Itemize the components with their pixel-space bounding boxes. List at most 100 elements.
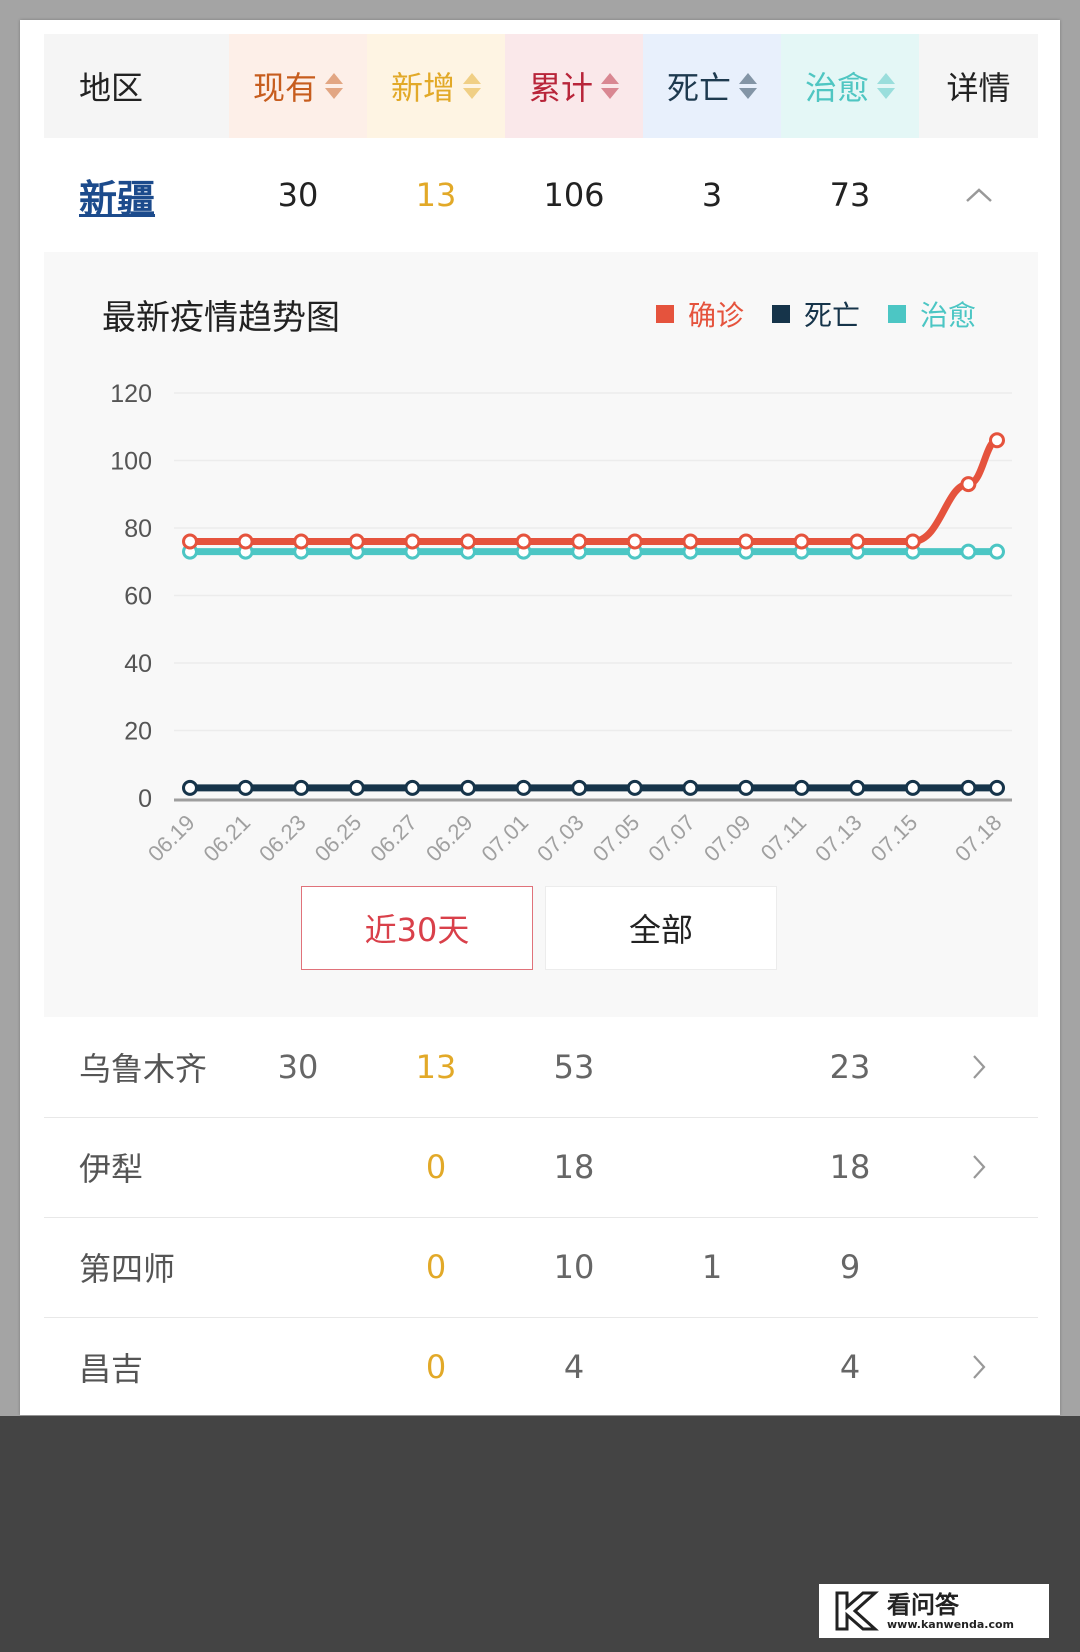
- data-point-deaths: [348, 779, 365, 796]
- row-total-value: 18: [553, 1148, 595, 1186]
- chart-title: 最新疫情趋势图: [102, 298, 340, 338]
- collapse-toggle[interactable]: [919, 186, 1038, 204]
- data-point-confirmed: [348, 533, 365, 550]
- header-cured-sort[interactable]: 治愈: [781, 34, 919, 138]
- row-detail-button[interactable]: [919, 1153, 1038, 1181]
- data-point-confirmed: [989, 432, 1005, 449]
- data-point-confirmed: [904, 533, 921, 550]
- chevron-right-icon: [972, 1155, 985, 1179]
- legend-confirmed[interactable]: 确诊: [655, 294, 744, 334]
- row-deaths-value: 1: [701, 1248, 723, 1286]
- row-new-value: 0: [425, 1148, 447, 1186]
- data-point-deaths: [682, 779, 699, 796]
- x-tick-label: 06.23: [254, 810, 311, 867]
- row-region-name: 第四师: [79, 1250, 176, 1288]
- data-point-deaths: [989, 779, 1005, 796]
- sort-icon: [601, 73, 619, 99]
- data-point-confirmed: [738, 533, 754, 550]
- row-current-value: 30: [277, 1048, 319, 1086]
- data-point-deaths: [904, 779, 921, 796]
- header-current-sort[interactable]: 现有: [229, 34, 367, 138]
- cured-value: 73: [829, 176, 871, 214]
- data-point-deaths: [738, 779, 754, 796]
- row-region-name: 伊犁: [79, 1150, 144, 1188]
- region-link[interactable]: 新疆: [79, 177, 155, 221]
- data-point-confirmed: [460, 533, 476, 550]
- range-30-days-button[interactable]: 近30天: [301, 886, 533, 970]
- chevron-right-icon: [972, 1355, 985, 1379]
- row-total-value: 4: [563, 1348, 585, 1386]
- row-cured-value: 4: [839, 1348, 861, 1386]
- row-cured-value: 23: [829, 1048, 871, 1086]
- table-row[interactable]: 第四师 0 10 1 9: [44, 1217, 1038, 1318]
- region-card: 地区 现有 新增 累计 死亡 治愈 详情 新疆 30 13 106 3 73 0…: [20, 20, 1060, 1415]
- data-point-deaths: [460, 779, 476, 796]
- data-point-confirmed: [237, 533, 254, 550]
- x-tick-label: 07.11: [756, 810, 811, 865]
- x-tick-label: 07.01: [477, 810, 534, 867]
- data-point-deaths: [793, 779, 810, 796]
- table-row[interactable]: 昌吉 0 4 4: [44, 1317, 1038, 1415]
- range-all-button[interactable]: 全部: [545, 886, 777, 970]
- x-tick-label: 06.27: [365, 810, 422, 867]
- total-value: 106: [543, 176, 605, 214]
- row-detail-button[interactable]: [919, 1353, 1038, 1381]
- row-region-name: 乌鲁木齐: [79, 1050, 208, 1088]
- x-tick-label: 06.19: [143, 810, 200, 867]
- x-tick-label: 07.13: [810, 810, 867, 867]
- data-point-deaths: [237, 779, 254, 796]
- legend-swatch-confirmed: [655, 305, 674, 323]
- header-detail: 详情: [946, 69, 1011, 107]
- data-point-confirmed: [515, 533, 532, 550]
- header-total-sort[interactable]: 累计: [505, 34, 643, 138]
- data-point-confirmed: [404, 533, 421, 550]
- row-new-value: 13: [415, 1048, 457, 1086]
- trend-chart-panel: 0 20 40 60 80 100 120 06.19 06.21 06.23 06.25 06.27…: [44, 252, 1038, 1017]
- bottom-background: 看问答 www.kanwenda.com: [0, 1416, 1080, 1652]
- sort-icon: [877, 73, 895, 99]
- kanwenda-logo-icon: [835, 1591, 879, 1631]
- row-total-value: 53: [553, 1048, 595, 1086]
- table-header: 地区 现有 新增 累计 死亡 治愈 详情: [44, 34, 1038, 138]
- header-deaths-sort[interactable]: 死亡: [643, 34, 781, 138]
- y-tick-label: 40: [124, 650, 152, 678]
- row-cured-value: 9: [839, 1248, 861, 1286]
- data-point-deaths: [293, 779, 310, 796]
- y-tick-label: 60: [124, 583, 152, 611]
- data-point-confirmed: [571, 533, 588, 550]
- row-total-value: 10: [553, 1248, 595, 1286]
- data-point-confirmed: [293, 533, 310, 550]
- x-tick-label: 06.29: [421, 810, 478, 867]
- x-tick-label: 07.05: [588, 810, 645, 867]
- data-point-deaths: [849, 779, 866, 796]
- y-tick-label: 120: [110, 380, 152, 408]
- y-tick-label: 0: [138, 785, 152, 813]
- legend-cured[interactable]: 治愈: [887, 294, 976, 334]
- data-point-confirmed: [626, 533, 643, 550]
- x-tick-label: 07.07: [643, 810, 700, 867]
- y-tick-label: 100: [110, 448, 152, 476]
- chart-legend: 确诊 死亡 治愈: [628, 294, 976, 334]
- data-point-confirmed: [682, 533, 699, 550]
- row-new-value: 0: [425, 1248, 447, 1286]
- watermark-brand: 看问答: [887, 1590, 959, 1619]
- row-detail-button[interactable]: [919, 1053, 1038, 1081]
- table-row[interactable]: 伊犁 0 18 18: [44, 1117, 1038, 1218]
- watermark: 看问答 www.kanwenda.com: [819, 1584, 1049, 1638]
- row-region-name: 昌吉: [79, 1350, 144, 1388]
- header-region: 地区: [79, 69, 144, 107]
- data-point-confirmed: [849, 533, 866, 550]
- deaths-value: 3: [701, 176, 723, 214]
- data-point-confirmed: [182, 533, 198, 550]
- legend-deaths[interactable]: 死亡: [771, 294, 860, 334]
- row-new-value: 0: [425, 1348, 447, 1386]
- data-point-cured: [989, 543, 1005, 560]
- main-region-row[interactable]: 新疆 30 13 106 3 73: [44, 138, 1038, 252]
- row-cured-value: 18: [829, 1148, 871, 1186]
- table-row[interactable]: 乌鲁木齐 30 13 53 23: [44, 1017, 1038, 1118]
- data-point-cured: [960, 543, 977, 560]
- sort-icon: [325, 73, 343, 99]
- header-new-sort[interactable]: 新增: [367, 34, 505, 138]
- current-value: 30: [277, 176, 319, 214]
- legend-swatch-deaths: [771, 305, 790, 323]
